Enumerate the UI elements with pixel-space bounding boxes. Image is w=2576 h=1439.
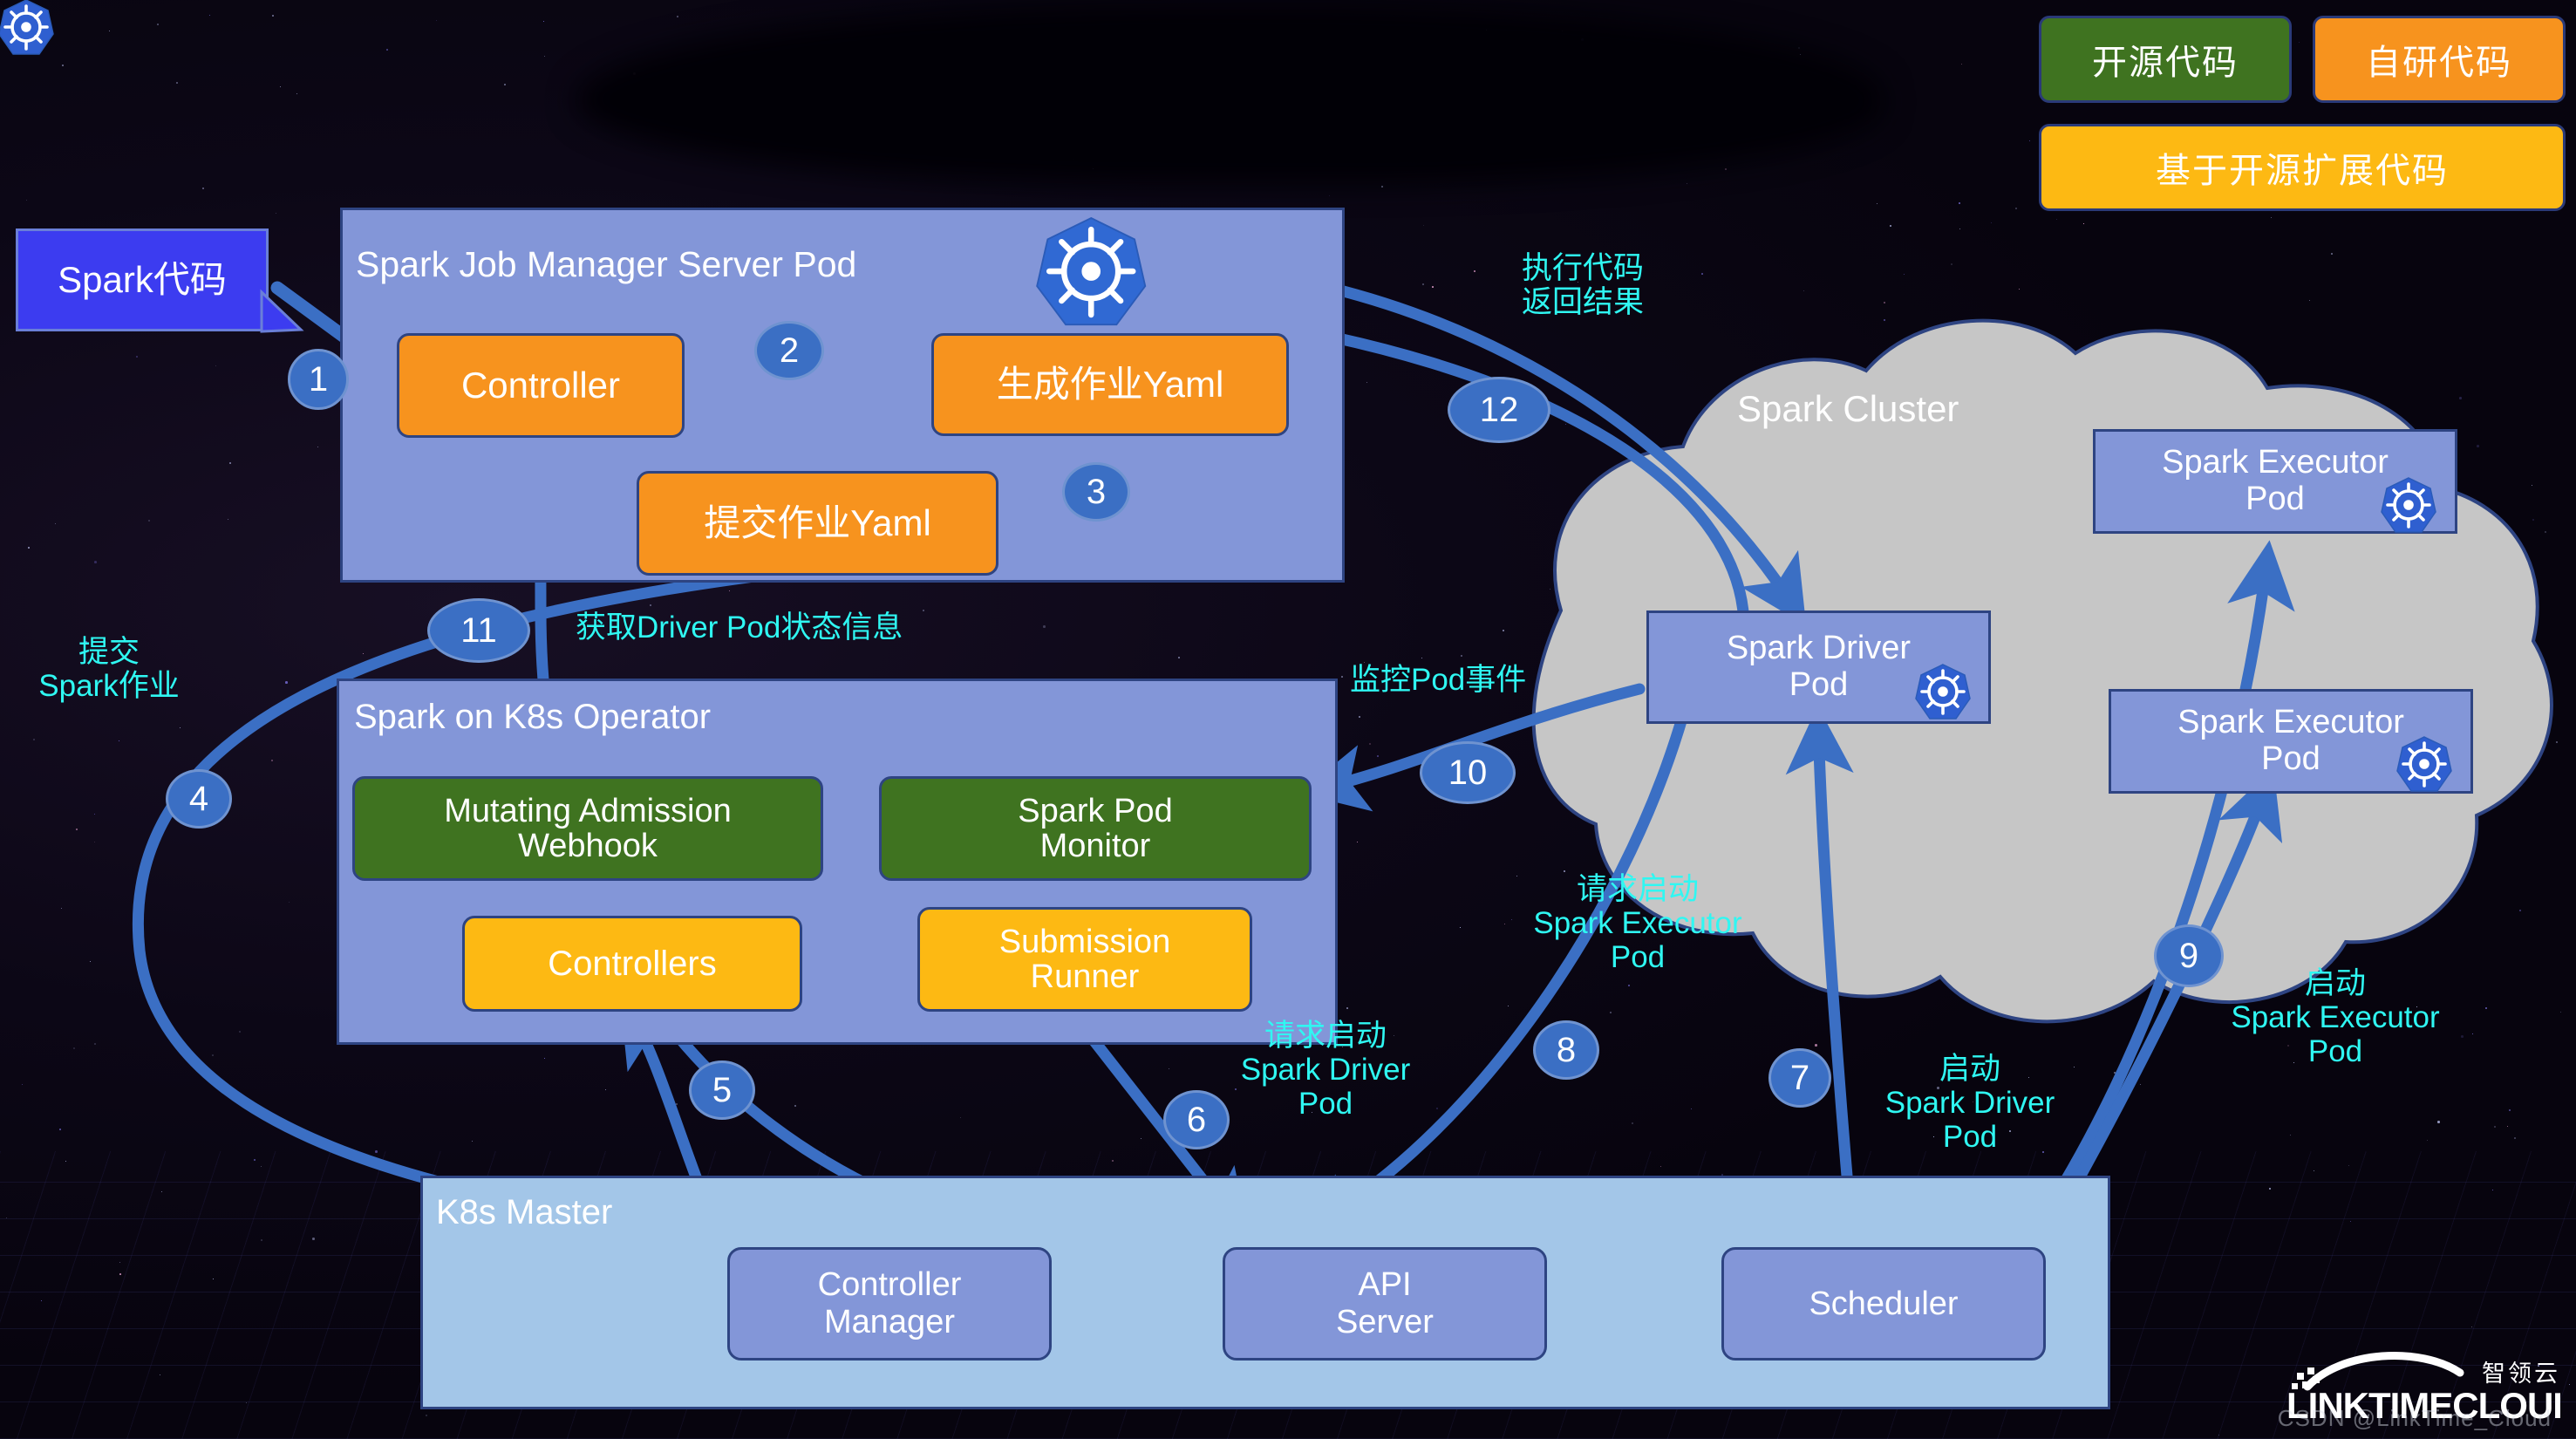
step-badge-3: 3 [1062, 462, 1130, 522]
annotation-step-11: 获取Driver Pod状态信息 [576, 610, 1029, 644]
legend-open-source[interactable]: 开源代码 [2039, 16, 2292, 103]
step-badge-10: 10 [1420, 741, 1516, 804]
step-badge-7-num: 7 [1790, 1059, 1809, 1098]
csdn-watermark: CSDN @LinkTime_Cloud [2278, 1405, 2552, 1432]
legend-extended-label: 基于开源扩展代码 [2156, 142, 2449, 193]
annotation-step-9: 启动 Spark Executor Pod [2196, 966, 2475, 1069]
step-badge-3-num: 3 [1087, 473, 1106, 512]
logo-brand-cn: 智领云 [2482, 1361, 2560, 1387]
kubernetes-icons-pods [0, 0, 2576, 1439]
step-badge-12: 12 [1448, 377, 1550, 443]
step-badge-10-num: 10 [1448, 754, 1488, 793]
legend-open-source-label: 开源代码 [2092, 34, 2239, 85]
step-badge-11-num: 11 [460, 611, 497, 651]
annotation-step-4: 提交 Spark作业 [9, 635, 209, 703]
annotation-step-12: 执行代码 返回结果 [1474, 251, 1692, 319]
step-badge-8-num: 8 [1557, 1031, 1576, 1070]
annotation-step-8: 请求启动 Spark Executor Pod [1498, 872, 1777, 975]
step-badge-2-num: 2 [780, 331, 799, 371]
step-badge-1: 1 [288, 349, 349, 410]
annotation-step-6: 请求启动 Spark Driver Pod [1195, 1019, 1456, 1122]
annotation-step-10: 监控Pod事件 [1350, 663, 1629, 697]
step-badge-7: 7 [1768, 1048, 1831, 1108]
step-badge-12-num: 12 [1480, 391, 1519, 430]
step-badge-5-num: 5 [712, 1071, 732, 1110]
step-badge-1-num: 1 [309, 360, 328, 399]
annotation-step-7: 启动 Spark Driver Pod [1852, 1052, 2088, 1155]
legend-self-developed[interactable]: 自研代码 [2313, 16, 2566, 103]
step-badge-4-num: 4 [189, 780, 208, 819]
step-badge-5: 5 [689, 1060, 755, 1120]
kubernetes-icon-executor-2 [2397, 737, 2451, 791]
step-badge-4: 4 [166, 769, 232, 829]
step-badge-2: 2 [754, 321, 824, 380]
step-badge-11: 11 [427, 598, 530, 663]
diagram-canvas: Spark代码 Spark Job Manager Server Pod Con… [0, 0, 2576, 1439]
legend-self-developed-label: 自研代码 [2366, 34, 2512, 85]
legend-extended-open-source[interactable]: 基于开源扩展代码 [2039, 124, 2566, 211]
kubernetes-icon-driver-pod [1916, 665, 1970, 719]
step-badge-8: 8 [1533, 1020, 1599, 1080]
kubernetes-icon-executor-1 [2382, 478, 2436, 532]
